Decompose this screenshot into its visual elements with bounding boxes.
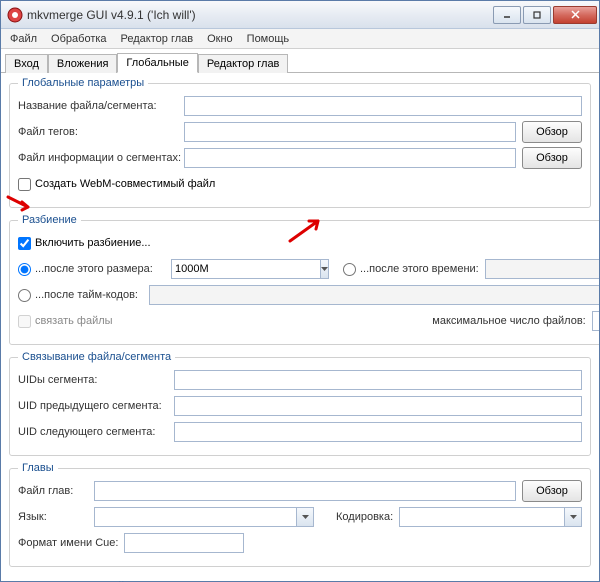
split-after-size-radio[interactable]: ...после этого размера:: [18, 263, 165, 276]
segment-name-label: Название файла/сегмента:: [18, 100, 178, 112]
cue-format-label: Формат имени Cue:: [18, 537, 118, 549]
maximize-button[interactable]: [523, 6, 551, 24]
tags-file-input[interactable]: [184, 122, 516, 142]
tab-attachments[interactable]: Вложения: [48, 54, 118, 73]
chevron-down-icon[interactable]: [321, 259, 329, 279]
minimize-button[interactable]: [493, 6, 521, 24]
language-combo[interactable]: [94, 507, 314, 527]
tabbar: Вход Вложения Глобальные Редактор глав: [1, 51, 599, 73]
menu-file[interactable]: Файл: [3, 31, 44, 47]
split-time-input: [485, 259, 599, 279]
split-size-combo[interactable]: [171, 259, 321, 279]
chapter-file-label: Файл глав:: [18, 485, 88, 497]
group-linking-legend: Связывание файла/сегмента: [18, 351, 175, 363]
seginfo-browse-button[interactable]: Обзор: [522, 147, 582, 169]
split-after-time-radio[interactable]: ...после этого времени:: [343, 263, 479, 276]
language-input[interactable]: [94, 507, 297, 527]
next-uid-label: UID следующего сегмента:: [18, 426, 168, 438]
titlebar: mkvmerge GUI v4.9.1 ('Ich will'): [1, 1, 599, 29]
seg-uids-label: UIDы сегмента:: [18, 374, 168, 386]
menu-processing[interactable]: Обработка: [44, 31, 113, 47]
window-title: mkvmerge GUI v4.9.1 ('Ich will'): [27, 8, 491, 22]
max-files-input[interactable]: [592, 311, 599, 331]
segment-name-input[interactable]: [184, 96, 582, 116]
enable-split-checkbox[interactable]: Включить разбиение...: [18, 237, 151, 250]
seg-uids-input[interactable]: [174, 370, 582, 390]
menu-window[interactable]: Окно: [200, 31, 240, 47]
cue-format-input[interactable]: [124, 533, 244, 553]
webm-checkbox[interactable]: Создать WebM-совместимый файл: [18, 178, 215, 191]
tab-global[interactable]: Глобальные: [117, 53, 197, 73]
link-files-checkbox[interactable]: связать файлы: [18, 315, 113, 328]
group-linking: Связывание файла/сегмента UIDы сегмента:…: [9, 351, 591, 456]
seginfo-file-label: Файл информации о сегментах:: [18, 152, 178, 164]
encoding-label: Кодировка:: [336, 511, 393, 523]
tags-file-label: Файл тегов:: [18, 126, 178, 138]
prev-uid-input[interactable]: [174, 396, 582, 416]
next-uid-input[interactable]: [174, 422, 582, 442]
close-button[interactable]: [553, 6, 597, 24]
chapter-browse-button[interactable]: Обзор: [522, 480, 582, 502]
group-global: Глобальные параметры Название файла/сегм…: [9, 77, 591, 208]
menu-chapter-editor[interactable]: Редактор глав: [114, 31, 201, 47]
group-chapters: Главы Файл глав: Обзор Язык: Кодировка:: [9, 462, 591, 567]
split-after-timecodes-radio[interactable]: ...после тайм-кодов:: [18, 289, 143, 302]
tab-input[interactable]: Вход: [5, 54, 48, 73]
tags-browse-button[interactable]: Обзор: [522, 121, 582, 143]
seginfo-file-input[interactable]: [184, 148, 516, 168]
group-global-legend: Глобальные параметры: [18, 77, 148, 89]
group-split-legend: Разбиение: [18, 214, 81, 226]
chapter-file-input[interactable]: [94, 481, 516, 501]
language-label: Язык:: [18, 511, 88, 523]
split-size-input[interactable]: [171, 259, 321, 279]
prev-uid-label: UID предыдущего сегмента:: [18, 400, 168, 412]
group-chapters-legend: Главы: [18, 462, 58, 474]
app-icon: [7, 7, 23, 23]
chevron-down-icon[interactable]: [297, 507, 314, 527]
encoding-combo[interactable]: [399, 507, 582, 527]
encoding-input[interactable]: [399, 507, 565, 527]
group-split: Разбиение Включить разбиение... ...после…: [9, 214, 599, 345]
max-files-label: максимальное число файлов:: [432, 315, 585, 327]
split-timecodes-input: [149, 285, 599, 305]
menubar: Файл Обработка Редактор глав Окно Помощь: [1, 29, 599, 49]
tab-chapter-editor[interactable]: Редактор глав: [198, 54, 289, 73]
split-time-combo[interactable]: [485, 259, 599, 279]
chevron-down-icon[interactable]: [565, 507, 582, 527]
menu-help[interactable]: Помощь: [240, 31, 297, 47]
